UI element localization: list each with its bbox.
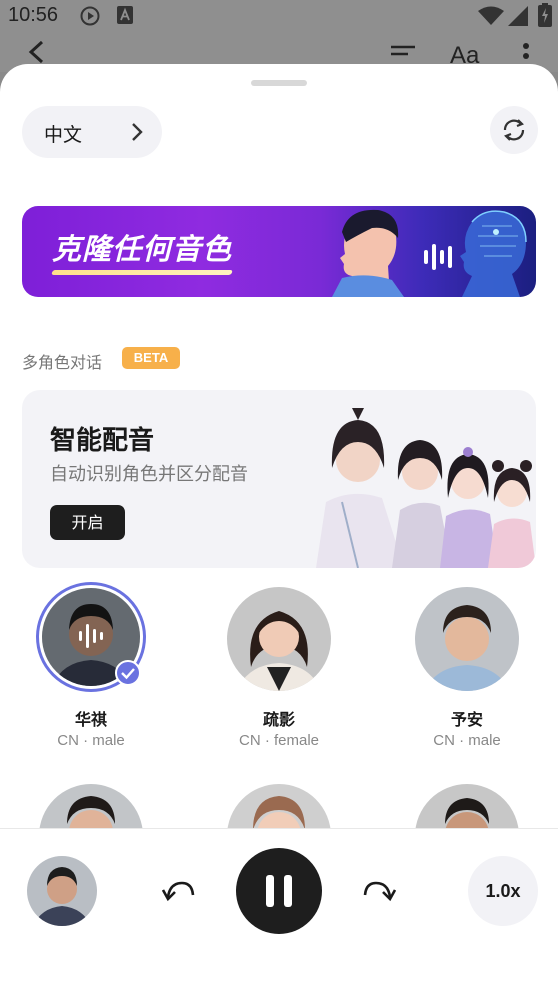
audio-player: 1.0x [0,829,558,994]
chevron-right-icon [130,121,144,147]
characters-illustration [316,408,536,568]
pause-icon [266,875,292,907]
avatar [415,784,519,828]
voice-card-partial[interactable] [227,784,331,828]
smart-dubbing-title: 智能配音 [50,426,155,456]
refresh-icon [503,119,525,141]
banner-illustration [332,209,527,297]
avatar [227,587,331,691]
voice-card-yuan[interactable]: 予安 CN · male [387,582,547,762]
forward-button[interactable] [362,877,397,907]
wifi-icon [478,6,504,30]
voice-card-shuying[interactable]: 疏影 CN · female [199,582,359,762]
voice-card-partial[interactable] [415,784,519,828]
avatar [39,784,143,828]
battery-charging-icon [538,3,552,31]
beta-badge: BETA [122,347,180,369]
redo-arrow-icon [363,881,397,902]
smart-dubbing-card[interactable]: 智能配音 自动识别角色并区分配音 开启 [22,390,536,568]
refresh-button[interactable] [490,106,538,154]
voice-name: 予安 [450,710,483,729]
section-multi-role-label: 多角色对话 [22,353,103,372]
banner-title: 克隆任何音色 [52,232,233,266]
play-circle-icon [80,6,100,30]
smart-dubbing-subtitle: 自动识别角色并区分配音 [50,464,248,485]
voice-name: 华祺 [74,710,107,729]
rewind-button[interactable] [161,877,196,907]
voice-card-partial[interactable] [39,784,143,828]
voice-meta: CN · male [433,732,501,749]
voice-meta: CN · male [57,732,125,749]
voice-name: 疏影 [262,710,295,729]
signal-icon [508,6,528,30]
voice-sheet: 中文 克隆任何音色 多角色对话 BETA 智能配音 自动识别角色并区分配音 开启… [0,64,558,994]
language-selector[interactable]: 中文 [22,106,162,158]
check-badge-icon [115,660,141,686]
sheet-drag-handle[interactable] [251,80,307,86]
current-voice-avatar[interactable] [27,856,97,926]
playback-speed-button[interactable]: 1.0x [468,856,538,926]
pause-button[interactable] [236,848,322,934]
voice-clone-banner[interactable]: 克隆任何音色 [22,206,536,297]
voice-meta: CN · female [238,732,320,749]
enable-button[interactable]: 开启 [50,505,125,540]
banner-underline [51,270,233,275]
voice-card-huaqi[interactable]: 华祺 CN · male [11,582,171,762]
text-a-icon [117,6,133,28]
undo-arrow-icon [161,881,195,902]
avatar [415,587,519,691]
avatar [227,784,331,828]
status-bar: 10:56 [0,0,558,32]
waveform-icon [79,624,103,648]
language-label: 中文 [44,124,83,146]
status-time: 10:56 [8,4,59,26]
